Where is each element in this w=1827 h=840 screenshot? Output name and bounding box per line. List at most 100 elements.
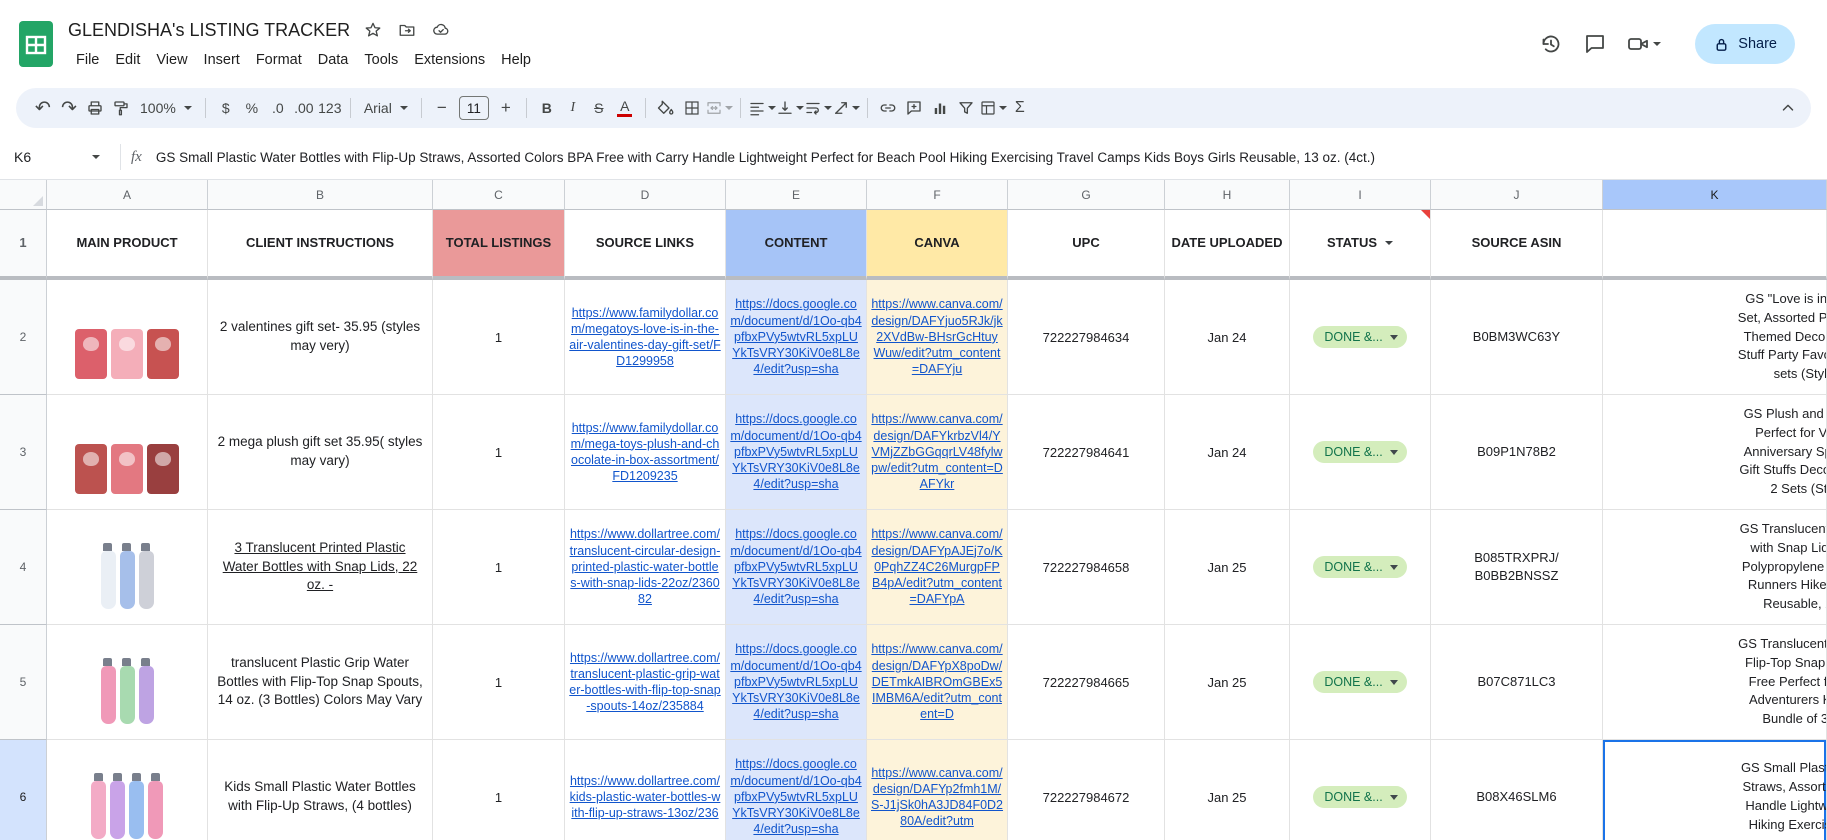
- column-header-k-selected[interactable]: K: [1603, 180, 1827, 210]
- formula-input[interactable]: GS Small Plastic Water Bottles with Flip…: [156, 150, 1827, 165]
- header-client-instructions[interactable]: CLIENT INSTRUCTIONS: [208, 210, 433, 280]
- link-text[interactable]: https://www.canva.com/design/DAFYpX8poDw…: [871, 641, 1003, 722]
- fill-color-icon[interactable]: [653, 94, 679, 122]
- header-total-listings[interactable]: TOTAL LISTINGS: [433, 210, 565, 280]
- paint-format-icon[interactable]: [108, 94, 134, 122]
- header-date-uploaded[interactable]: DATE UPLOADED: [1165, 210, 1290, 280]
- text-rotation-icon[interactable]: [832, 94, 860, 122]
- cell-i3-status[interactable]: DONE &...: [1290, 395, 1431, 510]
- header-canva[interactable]: CANVA: [867, 210, 1008, 280]
- cell-d5-source-link[interactable]: https://www.dollartree.com/translucent-p…: [565, 625, 726, 740]
- number-format-icon[interactable]: 123: [317, 94, 343, 122]
- cell-f5-canva-link[interactable]: https://www.canva.com/design/DAFYpX8poDw…: [867, 625, 1008, 740]
- cell-e4-content-link[interactable]: https://docs.google.com/document/d/1Oo-q…: [726, 510, 867, 625]
- cell-i4-status[interactable]: DONE &...: [1290, 510, 1431, 625]
- italic-icon[interactable]: I: [560, 94, 586, 122]
- vertical-align-icon[interactable]: [776, 94, 804, 122]
- link-text[interactable]: https://www.canva.com/design/DAFYp2fmh1M…: [871, 765, 1003, 830]
- cell-i6-status[interactable]: DONE &...: [1290, 740, 1431, 840]
- format-currency-icon[interactable]: $: [213, 94, 239, 122]
- link-text[interactable]: https://docs.google.com/document/d/1Oo-q…: [730, 641, 862, 722]
- cell-e5-content-link[interactable]: https://docs.google.com/document/d/1Oo-q…: [726, 625, 867, 740]
- cell-g4-upc[interactable]: 722227984658: [1008, 510, 1165, 625]
- cloud-status-icon[interactable]: [430, 19, 452, 41]
- font-size-input[interactable]: 11: [458, 96, 489, 120]
- cell-f3-canva-link[interactable]: https://www.canva.com/design/DAFYkrbzVl4…: [867, 395, 1008, 510]
- text-color-icon[interactable]: A: [612, 94, 638, 122]
- status-chip[interactable]: DONE &...: [1313, 326, 1407, 348]
- cell-k3[interactable]: GS Plush and Chocolate i Perfect for Val…: [1603, 395, 1827, 510]
- status-chip[interactable]: DONE &...: [1313, 441, 1407, 463]
- header-status[interactable]: STATUS: [1290, 210, 1431, 280]
- menu-edit[interactable]: Edit: [107, 50, 148, 70]
- cell-h3-date[interactable]: Jan 24: [1165, 395, 1290, 510]
- filter-icon[interactable]: [953, 94, 979, 122]
- cell-g5-upc[interactable]: 722227984665: [1008, 625, 1165, 740]
- cell-g3-upc[interactable]: 722227984641: [1008, 395, 1165, 510]
- cell-h2-date[interactable]: Jan 24: [1165, 280, 1290, 395]
- cell-e3-content-link[interactable]: https://docs.google.com/document/d/1Oo-q…: [726, 395, 867, 510]
- header-upc[interactable]: UPC: [1008, 210, 1165, 280]
- cell-h5-date[interactable]: Jan 25: [1165, 625, 1290, 740]
- menu-format[interactable]: Format: [248, 50, 310, 70]
- link-text[interactable]: https://docs.google.com/document/d/1Oo-q…: [730, 296, 862, 377]
- menu-view[interactable]: View: [148, 50, 195, 70]
- link-text[interactable]: https://docs.google.com/document/d/1Oo-q…: [730, 411, 862, 492]
- decrease-font-size-icon[interactable]: −: [429, 94, 455, 122]
- cell-j5-asin[interactable]: B07C871LC3: [1431, 625, 1603, 740]
- cell-k6-selected[interactable]: GS Small Plastic Water Bo Straws, Assort…: [1603, 740, 1827, 840]
- table-views-icon[interactable]: [979, 94, 1007, 122]
- cell-b4-instructions[interactable]: 3 Translucent Printed Plastic Water Bott…: [208, 510, 433, 625]
- header-k-empty[interactable]: [1603, 210, 1827, 280]
- row-header-3[interactable]: 3: [0, 395, 47, 510]
- cell-k2[interactable]: GS "Love is in the Air" Va Set, Assorted…: [1603, 280, 1827, 395]
- column-header-e[interactable]: E: [726, 180, 867, 210]
- cell-k4[interactable]: GS Translucent Printed Pla with Snap Lid…: [1603, 510, 1827, 625]
- cell-j4-asin[interactable]: B085TRXPRJ/ B0BB2BNSSZ: [1431, 510, 1603, 625]
- cell-a6-product-image[interactable]: [47, 740, 208, 840]
- column-header-g[interactable]: G: [1008, 180, 1165, 210]
- cell-g2-upc[interactable]: 722227984634: [1008, 280, 1165, 395]
- cell-a3-product-image[interactable]: [47, 395, 208, 510]
- link-text[interactable]: https://docs.google.com/document/d/1Oo-q…: [730, 756, 862, 837]
- menu-data[interactable]: Data: [310, 50, 357, 70]
- link-text[interactable]: https://www.dollartree.com/kids-plastic-…: [569, 773, 721, 822]
- cell-d2-source-link[interactable]: https://www.familydollar.com/megatoys-lo…: [565, 280, 726, 395]
- text-wrap-icon[interactable]: [804, 94, 832, 122]
- borders-icon[interactable]: [679, 94, 705, 122]
- font-family-control[interactable]: Arial: [358, 95, 414, 121]
- cell-j3-asin[interactable]: B09P1N78B2: [1431, 395, 1603, 510]
- name-box[interactable]: K6: [14, 149, 110, 165]
- insert-comment-icon[interactable]: [901, 94, 927, 122]
- cell-d3-source-link[interactable]: https://www.familydollar.com/mega-toys-p…: [565, 395, 726, 510]
- cell-b6-instructions[interactable]: Kids Small Plastic Water Bottles with Fl…: [208, 740, 433, 840]
- header-source-asin[interactable]: SOURCE ASIN: [1431, 210, 1603, 280]
- document-title[interactable]: GLENDISHA's LISTING TRACKER: [68, 20, 350, 41]
- link-text[interactable]: https://www.dollartree.com/translucent-p…: [569, 650, 721, 715]
- cell-j2-asin[interactable]: B0BM3WC63Y: [1431, 280, 1603, 395]
- cell-a2-product-image[interactable]: [47, 280, 208, 395]
- menu-help[interactable]: Help: [493, 50, 539, 70]
- select-all-corner[interactable]: [0, 180, 47, 210]
- move-folder-icon[interactable]: [396, 19, 418, 41]
- print-icon[interactable]: [82, 94, 108, 122]
- status-chip[interactable]: DONE &...: [1313, 671, 1407, 693]
- horizontal-align-icon[interactable]: [748, 94, 776, 122]
- cell-c2-total[interactable]: 1: [433, 280, 565, 395]
- functions-icon[interactable]: Σ: [1007, 94, 1033, 122]
- meet-call-button[interactable]: [1625, 32, 1662, 56]
- column-header-a[interactable]: A: [47, 180, 208, 210]
- bold-icon[interactable]: B: [534, 94, 560, 122]
- column-header-b[interactable]: B: [208, 180, 433, 210]
- menu-insert[interactable]: Insert: [196, 50, 248, 70]
- row-header-4[interactable]: 4: [0, 510, 47, 625]
- collapse-toolbar-icon[interactable]: [1775, 94, 1801, 122]
- cell-a5-product-image[interactable]: [47, 625, 208, 740]
- link-text[interactable]: https://www.canva.com/design/DAFYjuo5RJk…: [871, 296, 1003, 377]
- status-chip[interactable]: DONE &...: [1313, 786, 1407, 808]
- strikethrough-icon[interactable]: S: [586, 94, 612, 122]
- merge-cells-icon[interactable]: [705, 94, 733, 122]
- cell-c6-total[interactable]: 1: [433, 740, 565, 840]
- cell-a4-product-image[interactable]: [47, 510, 208, 625]
- column-header-h[interactable]: H: [1165, 180, 1290, 210]
